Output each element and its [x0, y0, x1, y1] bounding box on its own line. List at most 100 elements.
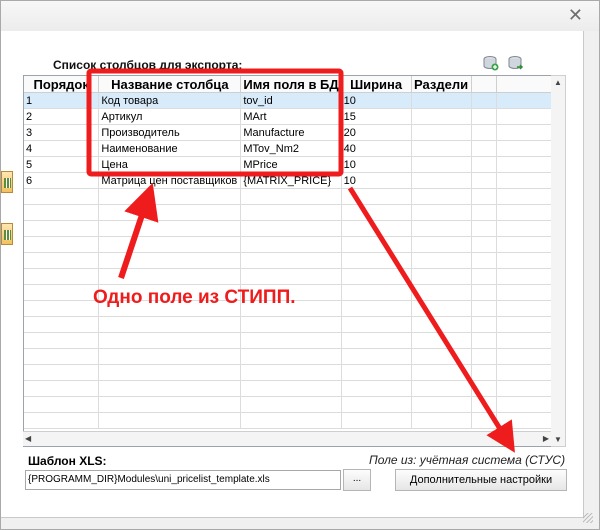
cell-empty[interactable] [471, 252, 498, 269]
cell-empty[interactable] [496, 332, 552, 349]
cell-order[interactable] [24, 380, 100, 397]
cell-name[interactable] [98, 348, 242, 365]
cell-db-field[interactable] [240, 252, 342, 269]
cell-name[interactable] [98, 332, 242, 349]
cell-separator[interactable] [411, 92, 472, 109]
scroll-right-icon[interactable]: ▶ [543, 434, 549, 443]
resize-grip[interactable] [583, 513, 593, 523]
table-row[interactable] [24, 252, 552, 269]
cell-width[interactable] [341, 412, 412, 429]
cell-empty[interactable] [496, 348, 552, 365]
cell-width[interactable] [341, 364, 412, 381]
cell-separator[interactable] [411, 236, 472, 253]
table-row[interactable] [24, 412, 552, 429]
table-row[interactable]: 5 Цена MPrice 10 [24, 156, 552, 173]
table-row[interactable] [24, 348, 552, 365]
cell-name[interactable] [98, 364, 242, 381]
cell-db-field[interactable] [240, 204, 342, 221]
cell-empty[interactable] [471, 156, 498, 173]
cell-width[interactable] [341, 236, 412, 253]
cell-db-field[interactable]: MArt [240, 108, 342, 125]
column-header-width[interactable]: Ширина [341, 76, 412, 93]
cell-separator[interactable] [411, 252, 472, 269]
cell-separator[interactable] [411, 380, 472, 397]
cell-empty[interactable] [471, 124, 498, 141]
cell-name[interactable]: Наименование [98, 140, 242, 157]
cell-width[interactable]: 20 [341, 124, 412, 141]
cell-empty[interactable] [471, 172, 498, 189]
cell-name[interactable]: Код товара [98, 92, 242, 109]
cell-order[interactable] [24, 348, 100, 365]
cell-empty[interactable] [496, 268, 552, 285]
cell-width[interactable]: 40 [341, 140, 412, 157]
table-row[interactable] [24, 316, 552, 333]
cell-empty[interactable] [471, 188, 498, 205]
cell-db-field[interactable] [240, 316, 342, 333]
cell-order[interactable]: 2 [24, 108, 100, 125]
cell-empty[interactable] [496, 140, 552, 157]
cell-empty[interactable] [496, 172, 552, 189]
table-row[interactable] [24, 396, 552, 413]
cell-width[interactable]: 10 [341, 156, 412, 173]
column-header-order[interactable]: Порядок [24, 76, 100, 93]
cell-empty[interactable] [471, 204, 498, 221]
cell-name[interactable] [98, 268, 242, 285]
cell-name[interactable] [98, 220, 242, 237]
cell-name[interactable] [98, 396, 242, 413]
cell-order[interactable] [24, 332, 100, 349]
cell-separator[interactable] [411, 140, 472, 157]
cell-empty[interactable] [471, 108, 498, 125]
cell-name[interactable] [98, 252, 242, 269]
table-row[interactable]: 6 Матрица цен поставщиков {MATRIX_PRICE} 10 [24, 172, 552, 189]
cell-width[interactable] [341, 252, 412, 269]
cell-order[interactable] [24, 204, 100, 221]
table-row[interactable] [24, 188, 552, 205]
cell-empty[interactable] [496, 108, 552, 125]
cell-empty[interactable] [496, 364, 552, 381]
cell-separator[interactable] [411, 284, 472, 301]
cell-order[interactable] [24, 236, 100, 253]
cell-name[interactable]: Матрица цен поставщиков [98, 172, 242, 189]
cell-separator[interactable] [411, 124, 472, 141]
table-row[interactable]: 4 Наименование MTov_Nm2 40 [24, 140, 552, 157]
cell-separator[interactable] [411, 364, 472, 381]
cell-separator[interactable] [411, 412, 472, 429]
cell-order[interactable] [24, 220, 100, 237]
cell-width[interactable]: 15 [341, 108, 412, 125]
table-row[interactable] [24, 204, 552, 221]
cell-empty[interactable] [471, 268, 498, 285]
cell-width[interactable] [341, 396, 412, 413]
cell-name[interactable] [98, 236, 242, 253]
cell-order[interactable] [24, 284, 100, 301]
cell-separator[interactable] [411, 156, 472, 173]
cell-empty[interactable] [496, 300, 552, 317]
cell-order[interactable] [24, 412, 100, 429]
cell-empty[interactable] [496, 188, 552, 205]
cell-separator[interactable] [411, 300, 472, 317]
table-icon[interactable] [1, 171, 13, 193]
cell-order[interactable] [24, 300, 100, 317]
vertical-scrollbar[interactable]: ▲ ▼ [551, 75, 566, 447]
cell-separator[interactable] [411, 332, 472, 349]
cell-db-field[interactable] [240, 412, 342, 429]
table-row[interactable] [24, 364, 552, 381]
cell-empty[interactable] [471, 236, 498, 253]
cell-db-field[interactable] [240, 268, 342, 285]
cell-empty[interactable] [471, 284, 498, 301]
additional-settings-button[interactable]: Дополнительные настройки [395, 469, 567, 491]
scroll-up-icon[interactable]: ▲ [554, 78, 562, 87]
cell-separator[interactable] [411, 220, 472, 237]
table-row[interactable] [24, 268, 552, 285]
cell-name[interactable]: Производитель [98, 124, 242, 141]
table-row[interactable]: 1 Код товара tov_id 10 [24, 92, 552, 109]
cell-separator[interactable] [411, 188, 472, 205]
cell-width[interactable] [341, 332, 412, 349]
columns-grid[interactable]: Порядок Название столбца Имя поля в БД Ш… [23, 75, 553, 447]
browse-button[interactable]: ... [343, 469, 371, 491]
cell-empty[interactable] [496, 156, 552, 173]
table-row[interactable]: 3 Производитель Manufacture 20 [24, 124, 552, 141]
cell-empty[interactable] [471, 220, 498, 237]
template-path-input[interactable]: {PROGRAMM_DIR}Modules\uni_pricelist_temp… [25, 470, 341, 490]
cell-separator[interactable] [411, 396, 472, 413]
cell-order[interactable] [24, 396, 100, 413]
